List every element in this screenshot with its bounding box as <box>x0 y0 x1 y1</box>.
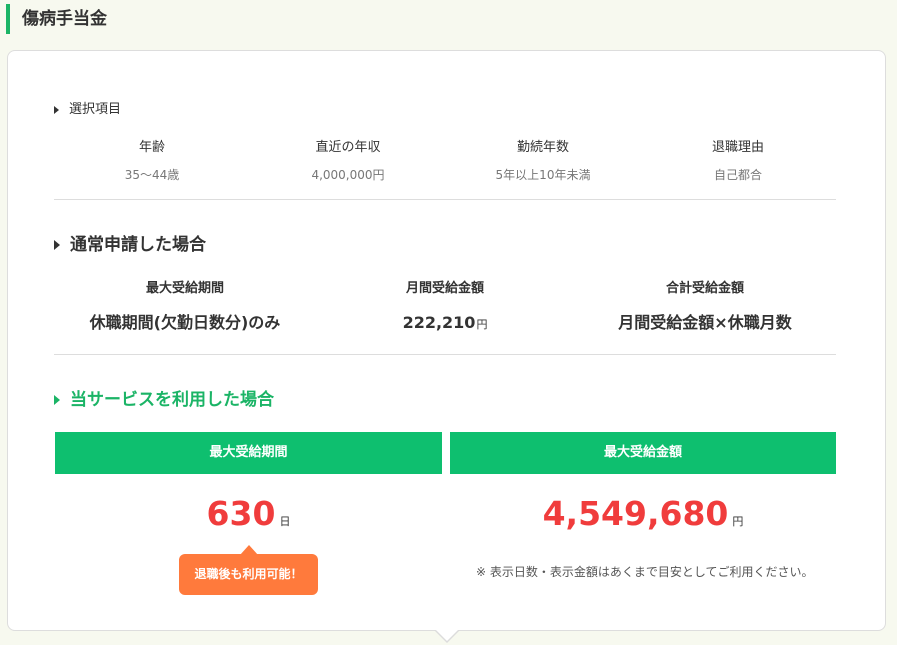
card-pointer <box>435 629 459 641</box>
normal-monthly-amount-unit: 円 <box>476 318 488 331</box>
selection-heading-label: 選択項目 <box>69 102 122 117</box>
selection-item-label: 退職理由 <box>711 140 764 155</box>
selection-item-label: 勤続年数 <box>516 140 569 155</box>
disclaimer-note: ※ 表示日数・表示金額はあくまで目安としてご利用ください。 <box>476 565 814 579</box>
selection-item-value: 4,000,000円 <box>311 168 385 182</box>
selection-item-label: 年齢 <box>138 140 165 155</box>
normal-section-title-label: 通常申請した場合 <box>70 235 206 255</box>
normal-monthly-amount: 月間受給金額 222,210円 <box>316 280 574 336</box>
page-title: 傷病手当金 <box>6 4 107 34</box>
service-max-period-value-row: 630 日 <box>55 494 442 533</box>
selection-item-reason: 退職理由 自己都合 <box>640 140 836 183</box>
service-max-period-unit: 日 <box>279 515 291 528</box>
normal-max-period-value: 休職期間(欠勤日数分)のみ <box>89 313 281 332</box>
service-max-period-header: 最大受給期間 <box>55 432 442 474</box>
caret-right-icon <box>54 240 60 250</box>
result-card <box>7 50 886 631</box>
normal-total-amount: 合計受給金額 月間受給金額×休職月数 <box>574 280 836 334</box>
selection-item-tenure: 勤続年数 5年以上10年未満 <box>445 140 641 183</box>
normal-section-title: 通常申請した場合 <box>54 233 206 257</box>
divider <box>54 354 836 355</box>
normal-total-amount-value: 月間受給金額×休職月数 <box>618 313 792 332</box>
normal-max-period-label: 最大受給期間 <box>145 281 224 296</box>
selection-item-value: 35～44歳 <box>124 168 180 182</box>
normal-total-amount-label: 合計受給金額 <box>665 281 744 296</box>
caret-right-icon <box>54 106 59 114</box>
divider <box>54 199 836 200</box>
service-section-title-label: 当サービスを利用した場合 <box>70 390 274 410</box>
service-max-amount-value: 4,549,680 <box>542 494 729 533</box>
normal-monthly-amount-label: 月間受給金額 <box>405 281 484 296</box>
service-max-amount-unit: 円 <box>732 515 744 528</box>
service-max-period-value: 630 <box>206 494 276 533</box>
selection-heading: 選択項目 <box>54 101 121 120</box>
selection-item-value: 5年以上10年未満 <box>495 168 591 182</box>
service-max-amount-value-row: 4,549,680 円 <box>450 494 836 533</box>
selection-item-age: 年齢 35～44歳 <box>54 140 250 183</box>
selection-item-label: 直近の年収 <box>315 140 381 155</box>
service-max-amount-header: 最大受給金額 <box>450 432 836 474</box>
selection-item-value: 自己都合 <box>713 168 762 182</box>
service-section-title: 当サービスを利用した場合 <box>54 388 274 412</box>
normal-monthly-amount-value: 222,210 <box>402 313 476 332</box>
usable-after-retirement-badge: 退職後も利用可能！ <box>179 554 318 595</box>
normal-max-period: 最大受給期間 休職期間(欠勤日数分)のみ <box>54 280 316 334</box>
caret-right-icon <box>54 395 60 405</box>
selection-item-income: 直近の年収 4,000,000円 <box>250 140 446 183</box>
normal-monthly-amount-value-row: 222,210円 <box>316 312 574 336</box>
